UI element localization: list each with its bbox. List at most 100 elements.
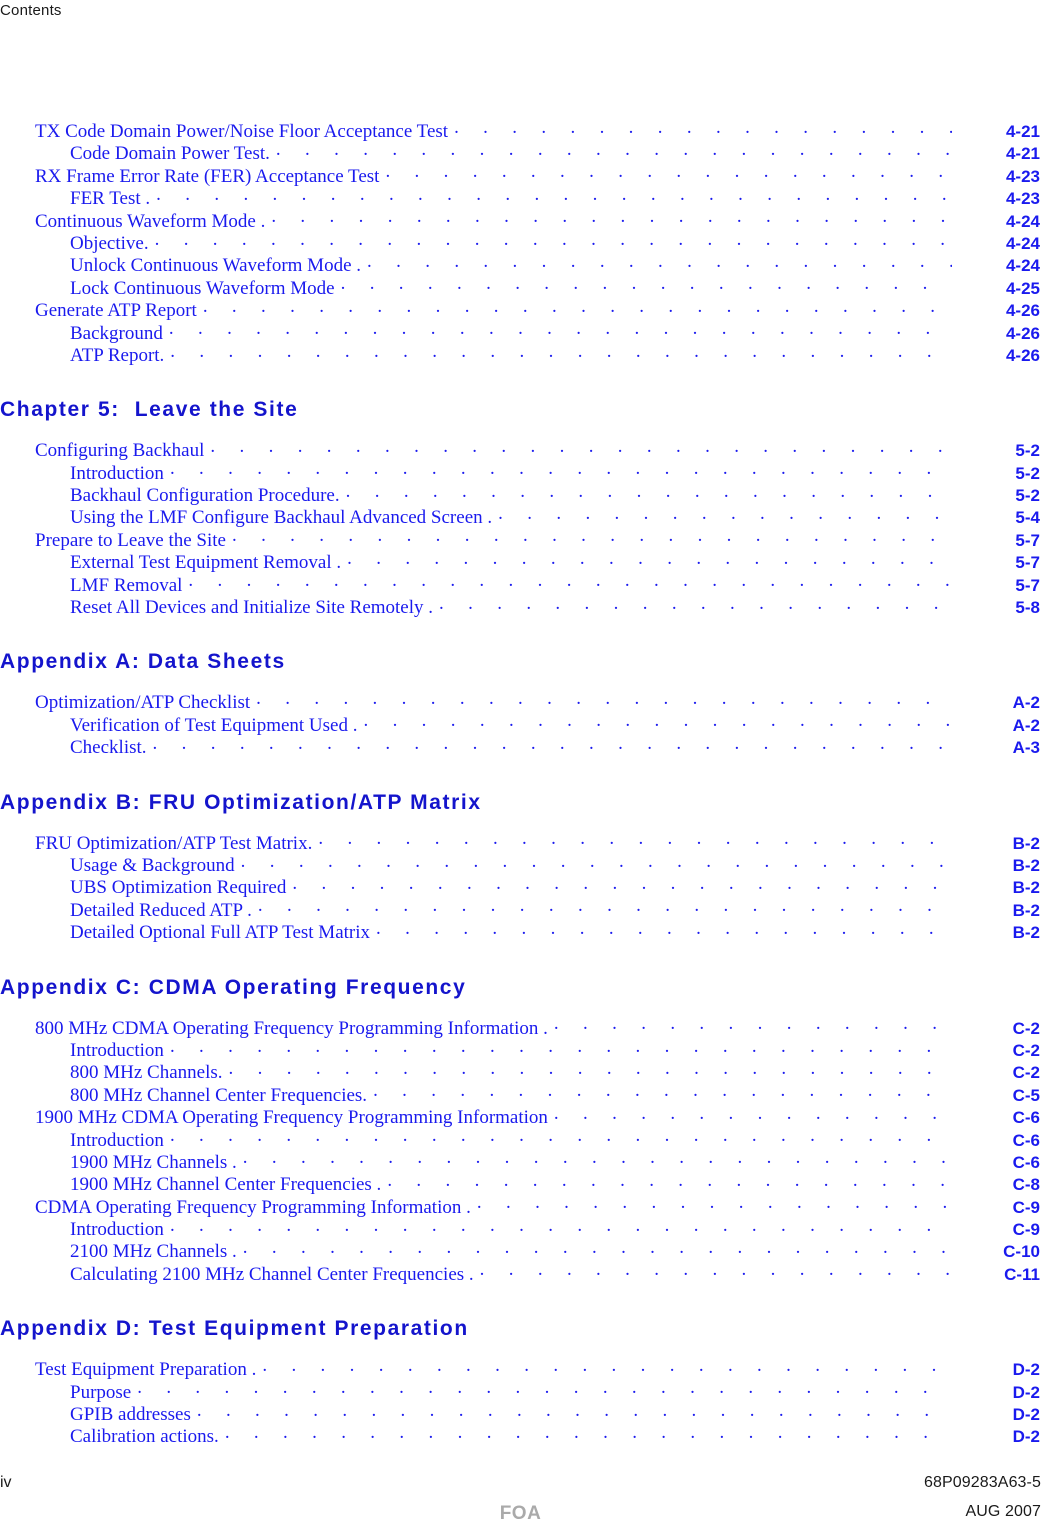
toc-leader-dots bbox=[169, 320, 952, 339]
toc-entry-page-number: 4-21 bbox=[1005, 122, 1040, 141]
toc-entry[interactable]: Verification of Test Equipment Used .A-2 bbox=[0, 712, 1041, 736]
toc-entry[interactable]: Test Equipment Preparation .D-2 bbox=[0, 1356, 1041, 1380]
toc-entry[interactable]: Generate ATP Report4-26 bbox=[0, 297, 1041, 321]
toc-entry[interactable]: Prepare to Leave the Site 5-7 bbox=[0, 527, 1041, 551]
toc-entry[interactable]: 1900 MHz CDMA Operating Frequency Progra… bbox=[0, 1104, 1041, 1128]
toc-entry-label: Prepare to Leave the Site bbox=[35, 529, 226, 551]
toc-leader-dots bbox=[498, 504, 952, 523]
toc-entry[interactable]: Calibration actions. D-2 bbox=[0, 1423, 1041, 1447]
toc-entry-label: Checklist. bbox=[70, 737, 147, 759]
toc-entry[interactable]: Continuous Waveform Mode .4-24 bbox=[0, 208, 1041, 232]
toc-entry[interactable]: Introduction C-6 bbox=[0, 1127, 1041, 1151]
toc-entry[interactable]: Detailed Reduced ATP . B-2 bbox=[0, 897, 1041, 921]
toc-entry[interactable]: Code Domain Power Test. 4-21 bbox=[0, 140, 1041, 164]
toc-entry-label: 1900 MHz Channels . bbox=[70, 1151, 237, 1173]
toc-entry-page-number: 5-7 bbox=[1015, 553, 1040, 573]
toc-leader-dots bbox=[477, 1194, 952, 1213]
toc-entry-page-number: 4-23 bbox=[1005, 189, 1040, 209]
toc-leader-dots bbox=[367, 252, 952, 271]
toc-entry[interactable]: Purpose D-2 bbox=[0, 1379, 1041, 1403]
toc-entry[interactable]: Detailed Optional Full ATP Test Matrix B-… bbox=[0, 919, 1041, 944]
running-header-contents: Contents bbox=[0, 2, 62, 19]
toc-entry-label: Purpose bbox=[70, 1381, 132, 1403]
toc-entry[interactable]: External Test Equipment Removal .5-7 bbox=[0, 549, 1041, 573]
toc-entry[interactable]: Backhaul Configuration Procedure. 5-2 bbox=[0, 482, 1041, 506]
toc-leader-dots bbox=[454, 118, 952, 137]
toc-entry-page-number: 4-24 bbox=[1005, 256, 1040, 276]
toc-leader-dots bbox=[480, 1261, 952, 1280]
toc-leader-dots bbox=[341, 275, 952, 294]
toc-entry[interactable]: Usage & Background B-2 bbox=[0, 852, 1041, 876]
toc-entry-label: LMF Removal bbox=[70, 574, 183, 596]
toc-entry-label: Background bbox=[70, 322, 163, 344]
toc-entry[interactable]: Background 4-26 bbox=[0, 320, 1041, 344]
toc-leader-dots bbox=[188, 572, 952, 591]
toc-leader-dots bbox=[271, 208, 952, 227]
toc-leader-dots bbox=[225, 1423, 952, 1442]
toc-entry[interactable]: LMF Removal 5-7 bbox=[0, 572, 1041, 596]
toc-leader-dots bbox=[554, 1015, 952, 1034]
toc-leader-dots bbox=[373, 1082, 952, 1101]
toc-entry[interactable]: Optimization/ATP Checklist A-2 bbox=[0, 689, 1041, 713]
footer-row-secondary: FOA AUG 2007 bbox=[0, 1503, 1041, 1524]
toc-entry[interactable]: Unlock Continuous Waveform Mode . 4-24 bbox=[0, 252, 1041, 276]
section-heading: Appendix D: Test Equipment Preparation bbox=[0, 1317, 469, 1341]
toc-leader-dots bbox=[229, 1059, 952, 1078]
toc-entry[interactable]: 800 MHz Channels. C-2 bbox=[0, 1059, 1041, 1084]
toc-entry-page-number: B-2 bbox=[1012, 923, 1040, 943]
toc-entry[interactable]: ATP Report. 4-26 bbox=[0, 342, 1041, 366]
toc-entry-page-number: C-8 bbox=[1012, 1175, 1040, 1195]
toc-leader-dots bbox=[203, 297, 952, 316]
toc-leader-dots bbox=[262, 1356, 952, 1375]
toc-entry[interactable]: 1900 MHz Channel Center Frequencies . C-8 bbox=[0, 1171, 1041, 1196]
toc-entry[interactable]: FRU Optimization/ATP Test Matrix.B-2 bbox=[0, 830, 1041, 854]
toc-entry[interactable]: 1900 MHz Channels . C-6 bbox=[0, 1149, 1041, 1173]
toc-entry[interactable]: Lock Continuous Waveform Mode4-25 bbox=[0, 275, 1041, 299]
toc-leader-dots bbox=[153, 734, 952, 753]
toc-leader-dots bbox=[170, 1127, 952, 1146]
toc-entry[interactable]: TX Code Domain Power/Noise Floor Accepta… bbox=[0, 118, 1041, 142]
toc-entry[interactable]: Using the LMF Configure Backhaul Advance… bbox=[0, 504, 1041, 528]
toc-entry-label: Introduction bbox=[70, 462, 164, 484]
toc-entry-page-number: C-6 bbox=[1012, 1108, 1040, 1128]
toc-entry[interactable]: 800 MHz CDMA Operating Frequency Program… bbox=[0, 1015, 1041, 1039]
toc-entry[interactable]: FER Test . 4-23 bbox=[0, 185, 1041, 209]
toc-entry-label: GPIB addresses bbox=[70, 1404, 191, 1426]
toc-entry[interactable]: Objective. 4-24 bbox=[0, 230, 1041, 254]
toc-entry-label: 1900 MHz Channel Center Frequencies . bbox=[70, 1174, 382, 1196]
toc-entry[interactable]: Reset All Devices and Initialize Site Re… bbox=[0, 594, 1041, 618]
toc-entry[interactable]: Introduction 5-2 bbox=[0, 460, 1041, 484]
toc-entry-page-number: C-9 bbox=[1012, 1220, 1040, 1240]
footer-page-number: iv bbox=[0, 1474, 12, 1491]
toc-entry-page-number: C-10 bbox=[1003, 1242, 1040, 1262]
toc-entry-page-number: 4-23 bbox=[1005, 166, 1040, 186]
toc-entry[interactable]: Configuring Backhaul5-2 bbox=[0, 437, 1041, 461]
toc-entry[interactable]: GPIB addresses D-2 bbox=[0, 1401, 1041, 1426]
toc-entry-page-number: B-2 bbox=[1012, 855, 1040, 875]
toc-entry[interactable]: Checklist. A-3 bbox=[0, 734, 1041, 759]
toc-entry-page-number: 4-25 bbox=[1005, 278, 1040, 298]
toc-entry-page-number: B-2 bbox=[1012, 900, 1040, 920]
section-heading: Chapter 5: Leave the Site bbox=[0, 398, 299, 422]
toc-entry-label: Introduction bbox=[70, 1129, 164, 1151]
section-heading: Appendix C: CDMA Operating Frequency bbox=[0, 975, 467, 999]
toc-leader-dots bbox=[243, 1149, 952, 1168]
toc-entry[interactable]: 800 MHz Channel Center Frequencies. C-5 bbox=[0, 1082, 1041, 1106]
toc-entry-page-number: 5-2 bbox=[1015, 486, 1040, 506]
toc-entry[interactable]: Calculating 2100 MHz Channel Center Freq… bbox=[0, 1261, 1041, 1285]
toc-entry-label: 800 MHz Channels. bbox=[70, 1062, 223, 1084]
toc-entry-page-number: C-2 bbox=[1012, 1018, 1040, 1038]
toc-entry[interactable]: CDMA Operating Frequency Programming Inf… bbox=[0, 1194, 1041, 1218]
toc-entry[interactable]: RX Frame Error Rate (FER) Acceptance Tes… bbox=[0, 163, 1041, 187]
toc-entry[interactable]: UBS Optimization RequiredB-2 bbox=[0, 874, 1041, 898]
toc-leader-dots bbox=[318, 830, 952, 849]
footer-watermark-foa: FOA bbox=[499, 1503, 542, 1524]
toc-leader-dots bbox=[156, 185, 952, 204]
toc-entry[interactable]: Introduction C-2 bbox=[0, 1037, 1041, 1061]
toc-entry[interactable]: 2100 MHz Channels . C-10 bbox=[0, 1238, 1041, 1262]
toc-entry-label: Detailed Optional Full ATP Test Matrix bbox=[70, 922, 371, 944]
toc-leader-dots bbox=[137, 1379, 952, 1398]
toc-entry[interactable]: Introduction C-9 bbox=[0, 1216, 1041, 1240]
